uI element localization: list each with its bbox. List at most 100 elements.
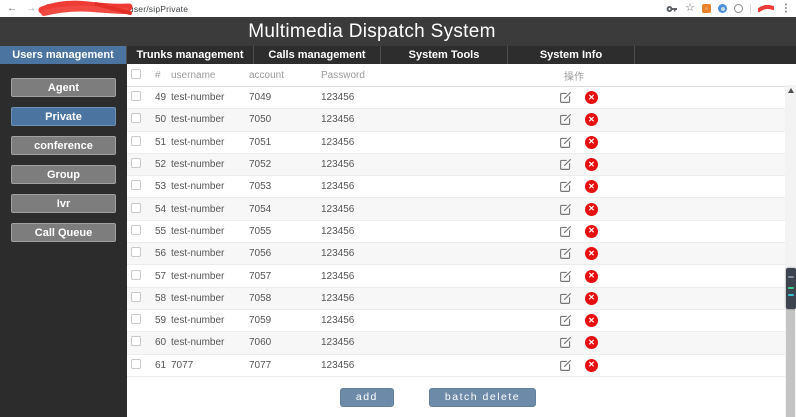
page-title: Multimedia Dispatch System [248,20,496,42]
sidebar-item-call-queue[interactable]: Call Queue [11,223,116,242]
cell-id: 56 [155,248,167,260]
table-row: 61 7077 7077 123456 ✕ [127,354,796,377]
sidebar-item-agent[interactable]: Agent [11,78,116,97]
add-button[interactable]: add [339,387,394,407]
sidebar-item-ivr[interactable]: Ivr [11,194,116,213]
edit-icon[interactable] [559,158,572,171]
extension-orange-icon[interactable] [702,4,711,13]
cell-id: 53 [155,181,167,193]
edit-icon[interactable] [559,91,572,104]
row-checkbox[interactable] [131,247,141,258]
batch-delete-button[interactable]: batch delete [428,387,537,407]
tab-calls-management[interactable]: Calls management [254,46,381,64]
delete-icon[interactable]: ✕ [585,180,598,194]
browser-menu-icon[interactable]: ⋮ [781,3,791,14]
delete-icon[interactable]: ✕ [585,336,598,350]
cell-username: 7077 [171,359,194,371]
delete-icon[interactable]: ✕ [585,224,598,238]
sidebar-item-group[interactable]: Group [11,165,116,184]
row-checkbox[interactable] [131,291,141,302]
tab-system-tools[interactable]: System Tools [381,46,508,64]
edit-icon[interactable] [559,314,572,327]
scrollbar-up-arrow-icon[interactable] [787,88,794,93]
col-header-username: username [171,69,216,81]
tab-trunks-management[interactable]: Trunks management [127,46,254,64]
edit-icon[interactable] [559,359,572,372]
row-checkbox[interactable] [131,269,141,280]
edit-icon[interactable] [559,180,572,193]
tab-users-management[interactable]: Users management [0,46,127,64]
delete-icon[interactable]: ✕ [585,358,598,372]
cell-password: 123456 [321,292,355,304]
edit-icon[interactable] [559,292,572,305]
browser-toolbar: ← → ↻ 00/#/user/sipPrivate ☆ ⋮ [0,0,796,17]
delete-icon[interactable]: ✕ [585,158,598,172]
delete-icon[interactable]: ✕ [585,91,598,105]
cell-username: test-number [171,270,225,282]
delete-icon[interactable]: ✕ [585,291,598,305]
table-row: 58 test-number 7058 123456 ✕ [127,287,796,310]
row-checkbox[interactable] [131,202,141,213]
cell-id: 55 [155,225,167,237]
edit-icon[interactable] [559,113,572,126]
col-header-account: account [249,69,285,81]
bookmark-star-icon[interactable]: ☆ [685,3,695,14]
row-checkbox[interactable] [131,135,141,146]
key-icon[interactable] [666,3,678,15]
edit-icon[interactable] [559,247,572,260]
back-icon[interactable]: ← [5,3,19,14]
table-row: 55 test-number 7055 123456 ✕ [127,220,796,244]
delete-icon[interactable]: ✕ [585,314,598,328]
cell-password: 123456 [321,337,355,349]
cell-username: test-number [171,292,225,304]
edit-icon[interactable] [559,225,572,238]
row-checkbox[interactable] [131,358,141,369]
cell-account: 7060 [249,337,272,349]
col-header-id: # [155,69,161,81]
delete-icon[interactable]: ✕ [585,135,598,149]
row-checkbox[interactable] [131,91,141,102]
vertical-scrollbar[interactable] [785,85,796,417]
cell-username: test-number [171,203,225,215]
cell-password: 123456 [321,181,355,193]
cell-account: 7053 [249,181,272,193]
sidebar-item-conference[interactable]: conference [11,136,116,155]
cell-username: test-number [171,92,225,104]
row-checkbox[interactable] [131,314,141,325]
table-row: 49 test-number 7049 123456 ✕ [127,87,796,110]
cell-password: 123456 [321,136,355,148]
delete-icon[interactable]: ✕ [585,202,598,216]
delete-icon[interactable]: ✕ [585,269,598,283]
sidebar-item-private[interactable]: Private [11,107,116,126]
cell-account: 7051 [249,136,272,148]
delete-icon[interactable]: ✕ [585,113,598,127]
scrollbar-thumb[interactable] [786,308,795,417]
cell-id: 52 [155,159,167,171]
row-checkbox[interactable] [131,180,141,191]
select-all-checkbox[interactable] [131,68,141,79]
edit-icon[interactable] [559,203,572,216]
extension-ring-icon[interactable] [734,4,743,13]
cell-username: test-number [171,136,225,148]
delete-icon[interactable]: ✕ [585,247,598,261]
cell-account: 7077 [249,359,272,371]
edit-icon[interactable] [559,136,572,149]
side-widget[interactable] [786,268,796,309]
tab-system-info[interactable]: System Info [508,46,635,64]
edit-icon[interactable] [559,336,572,349]
row-checkbox[interactable] [131,336,141,347]
row-checkbox[interactable] [131,224,141,235]
user-table: # username account Password 操作 49 test-nu… [127,64,796,417]
forward-icon[interactable]: → [24,3,38,14]
table-header-row: # username account Password 操作 [127,64,796,87]
row-checkbox[interactable] [131,158,141,169]
edit-icon[interactable] [559,270,572,283]
extension-blue-icon[interactable] [718,4,727,13]
cell-id: 58 [155,292,167,304]
red-scribble-large [38,0,133,16]
cell-account: 7054 [249,203,272,215]
cell-username: test-number [171,248,225,260]
cell-account: 7058 [249,292,272,304]
row-checkbox[interactable] [131,113,141,124]
cell-password: 123456 [321,359,355,371]
